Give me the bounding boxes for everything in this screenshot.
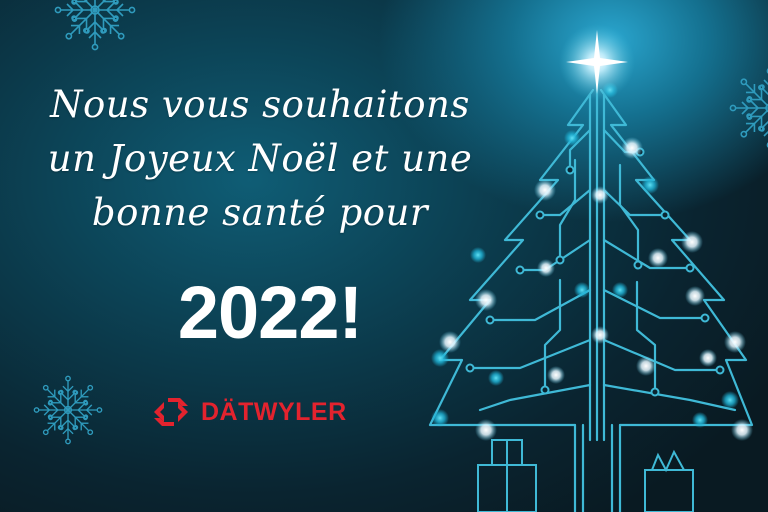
gift-box-icon: [477, 439, 537, 512]
gift-box-icon: [644, 449, 694, 512]
datwyler-logo: DÄTWYLER: [150, 394, 347, 430]
greeting-line-2: un Joyeux Noël et une: [47, 137, 473, 180]
circuit-christmas-tree: [428, 24, 754, 512]
greeting-year: 2022!: [177, 271, 363, 354]
greeting-headline: Nous vous souhaitons un Joyeux Noël et u…: [20, 78, 500, 240]
greeting-line-1: Nous vous souhaitons: [50, 83, 470, 126]
greeting-line-3: bonne santé pour: [91, 191, 429, 234]
star-icon: [559, 24, 635, 100]
datwyler-wordmark: DÄTWYLER: [201, 398, 347, 426]
datwyler-logo-icon: [154, 398, 188, 426]
christmas-greeting-card: Nous vous souhaitons un Joyeux Noël et u…: [0, 0, 768, 512]
